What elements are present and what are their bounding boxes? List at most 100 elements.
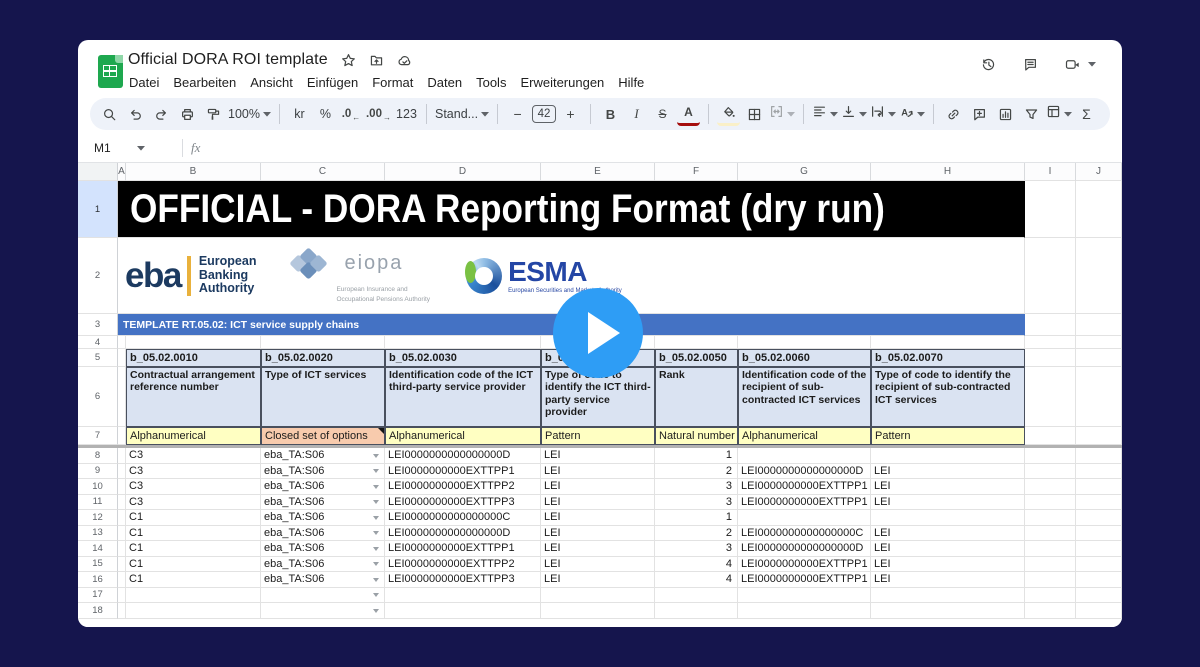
cell-D8[interactable]: LEI0000000000000000D <box>385 448 541 464</box>
cell-H11[interactable]: LEI <box>871 495 1025 511</box>
cell-A17[interactable] <box>118 588 126 604</box>
cell-C12[interactable]: eba_TA:S06 <box>261 510 385 526</box>
cell-I9[interactable] <box>1025 464 1076 480</box>
cell-J11[interactable] <box>1076 495 1122 511</box>
cell-C11[interactable]: eba_TA:S06 <box>261 495 385 511</box>
cell-I4[interactable] <box>1025 336 1076 349</box>
cell-E11[interactable]: LEI <box>541 495 655 511</box>
cell-G11[interactable]: LEI0000000000EXTTPP1 <box>738 495 871 511</box>
paint-format-icon[interactable] <box>202 102 225 126</box>
dropdown-caret-icon[interactable] <box>373 485 379 492</box>
cell-J9[interactable] <box>1076 464 1122 480</box>
insert-link-icon[interactable] <box>942 102 965 126</box>
star-icon[interactable] <box>341 53 356 68</box>
cell-B15[interactable]: C1 <box>126 557 261 573</box>
cell-E17[interactable] <box>541 588 655 604</box>
cell-J4[interactable] <box>1076 336 1122 349</box>
cell-B10[interactable]: C3 <box>126 479 261 495</box>
cell-G14[interactable]: LEI0000000000000000D <box>738 541 871 557</box>
column-header-F[interactable]: F <box>655 163 738 181</box>
menu-ansicht[interactable]: Ansicht <box>243 72 300 93</box>
cell-H18[interactable] <box>871 603 1025 619</box>
cell-E8[interactable]: LEI <box>541 448 655 464</box>
header-label-6[interactable]: Identification code of the recipient of … <box>738 367 871 427</box>
fill-color-icon[interactable] <box>717 102 740 126</box>
header-label-5[interactable]: Rank <box>655 367 738 427</box>
cell-F18[interactable] <box>655 603 738 619</box>
cell-A5[interactable] <box>118 349 126 367</box>
cell-J1[interactable] <box>1076 181 1122 238</box>
menu-format[interactable]: Format <box>365 72 420 93</box>
cell-A8[interactable] <box>118 448 126 464</box>
cell-B16[interactable]: C1 <box>126 572 261 588</box>
cell-C13[interactable]: eba_TA:S06 <box>261 526 385 542</box>
cell-D18[interactable] <box>385 603 541 619</box>
cell-A14[interactable] <box>118 541 126 557</box>
cell-F10[interactable]: 3 <box>655 479 738 495</box>
data-type-3[interactable]: Alphanumerical <box>385 427 541 445</box>
dropdown-caret-icon[interactable] <box>373 609 379 616</box>
cell-H16[interactable]: LEI <box>871 572 1025 588</box>
cell-G9[interactable]: LEI0000000000000000D <box>738 464 871 480</box>
cell-J18[interactable] <box>1076 603 1122 619</box>
redo-icon[interactable] <box>150 102 173 126</box>
create-filter-icon[interactable] <box>1020 102 1043 126</box>
increase-decimal-button[interactable]: .00→ <box>366 102 392 126</box>
cell-H17[interactable] <box>871 588 1025 604</box>
cell-A4[interactable] <box>118 336 126 349</box>
cell-D14[interactable]: LEI0000000000EXTTPP1 <box>385 541 541 557</box>
cell-B4[interactable] <box>126 336 261 349</box>
cell-I13[interactable] <box>1025 526 1076 542</box>
column-header-B[interactable]: B <box>126 163 261 181</box>
undo-icon[interactable] <box>124 102 147 126</box>
cell-I8[interactable] <box>1025 448 1076 464</box>
cell-J2[interactable] <box>1076 238 1122 314</box>
cell-E10[interactable]: LEI <box>541 479 655 495</box>
column-header-G[interactable]: G <box>738 163 871 181</box>
column-header-I[interactable]: I <box>1025 163 1076 181</box>
increase-font-size-button[interactable]: + <box>559 102 582 126</box>
cell-E13[interactable]: LEI <box>541 526 655 542</box>
row-header-16[interactable]: 16 <box>78 572 118 588</box>
cell-F12[interactable]: 1 <box>655 510 738 526</box>
print-icon[interactable] <box>176 102 199 126</box>
row-header-14[interactable]: 14 <box>78 541 118 557</box>
cell-B17[interactable] <box>126 588 261 604</box>
column-header-A[interactable]: A <box>118 163 126 181</box>
open-comments-icon[interactable] <box>1023 57 1038 72</box>
cell-F11[interactable]: 3 <box>655 495 738 511</box>
data-type-2[interactable]: Closed set of options <box>261 427 385 445</box>
vertical-align-icon[interactable] <box>841 102 867 126</box>
menu-einfügen[interactable]: Einfügen <box>300 72 365 93</box>
cell-D4[interactable] <box>385 336 541 349</box>
strikethrough-button[interactable]: S <box>651 102 674 126</box>
cell-A7[interactable] <box>118 427 126 445</box>
cell-D11[interactable]: LEI0000000000EXTTPP3 <box>385 495 541 511</box>
row-header-2[interactable]: 2 <box>78 238 118 314</box>
more-formats-button[interactable]: 123 <box>395 102 418 126</box>
cell-H14[interactable]: LEI <box>871 541 1025 557</box>
cell-C8[interactable]: eba_TA:S06 <box>261 448 385 464</box>
cell-J6[interactable] <box>1076 367 1122 427</box>
cell-I2[interactable] <box>1025 238 1076 314</box>
cell-I16[interactable] <box>1025 572 1076 588</box>
cell-I12[interactable] <box>1025 510 1076 526</box>
header-label-7[interactable]: Type of code to identify the recipient o… <box>871 367 1025 427</box>
dropdown-caret-icon[interactable] <box>373 454 379 461</box>
number-format-select[interactable]: Stand... <box>435 102 489 126</box>
cell-F13[interactable]: 2 <box>655 526 738 542</box>
column-header-E[interactable]: E <box>541 163 655 181</box>
cell-J15[interactable] <box>1076 557 1122 573</box>
header-code-5[interactable]: b_05.02.0050 <box>655 349 738 367</box>
cell-A18[interactable] <box>118 603 126 619</box>
cell-A15[interactable] <box>118 557 126 573</box>
cell-E15[interactable]: LEI <box>541 557 655 573</box>
dropdown-caret-icon[interactable] <box>373 531 379 538</box>
dropdown-caret-icon[interactable] <box>373 469 379 476</box>
cell-G18[interactable] <box>738 603 871 619</box>
header-code-3[interactable]: b_05.02.0030 <box>385 349 541 367</box>
row-header-15[interactable]: 15 <box>78 557 118 573</box>
cloud-status-icon[interactable] <box>397 53 412 68</box>
text-rotation-icon[interactable]: A <box>899 102 925 126</box>
cell-F9[interactable]: 2 <box>655 464 738 480</box>
